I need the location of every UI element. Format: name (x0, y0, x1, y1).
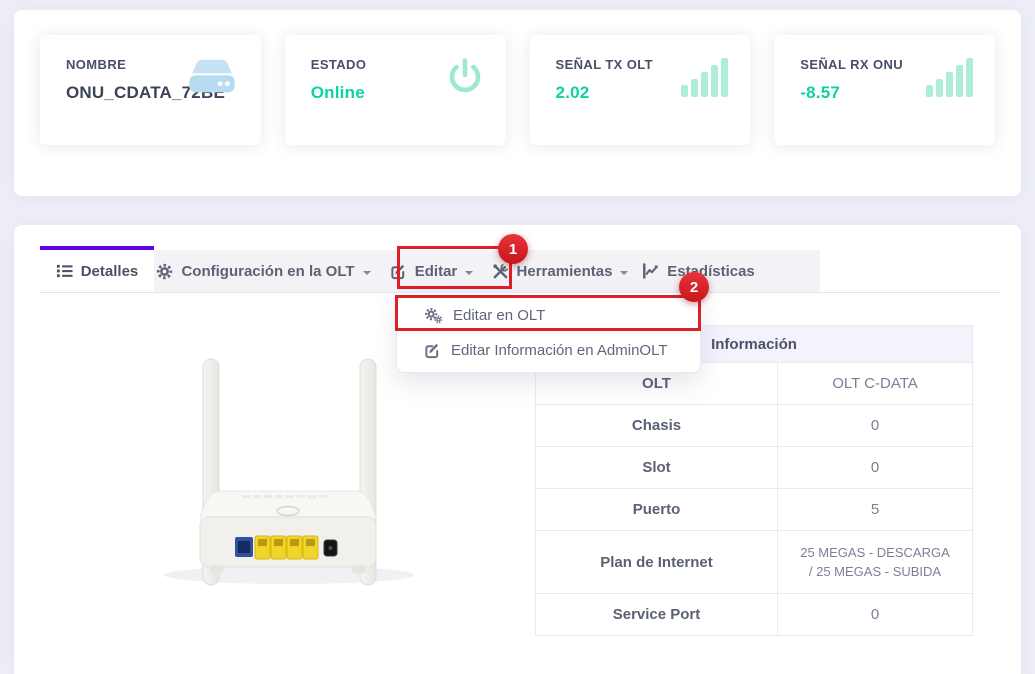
row-value: 25 MEGAS - DESCARGA / 25 MEGAS - SUBIDA (778, 531, 973, 594)
annotation-badge-1: 1 (498, 234, 528, 264)
row-label: Plan de Internet (536, 531, 778, 594)
menu-item-label: Editar en OLT (453, 307, 545, 324)
signal-bars-icon (680, 55, 730, 99)
stat-cards-row: NOMBRE ONU_CDATA_72BE ESTADO Online (40, 35, 995, 145)
tools-icon (492, 263, 509, 280)
list-icon (56, 263, 73, 279)
row-value: 0 (778, 447, 973, 489)
row-label: Slot (536, 447, 778, 489)
summary-panel: NOMBRE ONU_CDATA_72BE ESTADO Online (14, 10, 1021, 196)
router-icon (183, 55, 241, 99)
menu-item-editar-informacion-adminolt[interactable]: Editar Información en AdminOLT (397, 333, 700, 368)
stat-card-estado: ESTADO Online (285, 35, 506, 145)
edit-icon (424, 342, 441, 359)
table-row: Service Port 0 (536, 594, 973, 636)
tab-label: Configuración en la OLT (181, 263, 354, 280)
tab-editar[interactable]: Editar (373, 250, 490, 292)
table-row: Plan de Internet 25 MEGAS - DESCARGA / 2… (536, 531, 973, 594)
row-value: OLT C-DATA (778, 363, 973, 405)
signal-bars-icon (925, 55, 975, 99)
stat-card-senal-tx-olt: SEÑAL TX OLT 2.02 (530, 35, 751, 145)
menu-item-label: Editar Información en AdminOLT (451, 342, 668, 359)
edit-icon (390, 263, 407, 280)
row-value: 0 (778, 405, 973, 447)
row-label: Puerto (536, 489, 778, 531)
chevron-down-icon (620, 271, 628, 275)
row-value: 0 (778, 594, 973, 636)
table-row: Puerto 5 (536, 489, 973, 531)
onu-product-image (154, 353, 474, 623)
stat-card-senal-rx-onu: SEÑAL RX ONU -8.57 (774, 35, 995, 145)
tab-label: Herramientas (517, 263, 613, 280)
row-value: 5 (778, 489, 973, 531)
row-label: Service Port (536, 594, 778, 636)
detail-panel: Detalles Configuración en la OLT (14, 225, 1021, 674)
annotation-badge-2: 2 (679, 272, 709, 302)
tab-label: Detalles (81, 263, 139, 280)
row-label: Chasis (536, 405, 778, 447)
table-row: Slot 0 (536, 447, 973, 489)
menu-item-editar-en-olt[interactable]: Editar en OLT (397, 298, 700, 333)
tab-label: Editar (415, 263, 458, 280)
page-background: NOMBRE ONU_CDATA_72BE ESTADO Online (0, 0, 1035, 674)
chevron-down-icon (465, 271, 473, 275)
stat-card-nombre: NOMBRE ONU_CDATA_72BE (40, 35, 261, 145)
power-icon (444, 55, 486, 99)
tab-detalles[interactable]: Detalles (40, 246, 154, 292)
editar-dropdown-menu: Editar en OLT Editar Información en Admi… (396, 292, 701, 373)
table-row: Chasis 0 (536, 405, 973, 447)
chart-line-icon (642, 263, 659, 279)
tab-label: Estadísticas (667, 263, 755, 280)
chevron-down-icon (363, 271, 371, 275)
tab-configuracion-en-la-olt[interactable]: Configuración en la OLT (154, 250, 373, 292)
gear-icon (156, 263, 173, 280)
cogs-icon (424, 307, 443, 324)
